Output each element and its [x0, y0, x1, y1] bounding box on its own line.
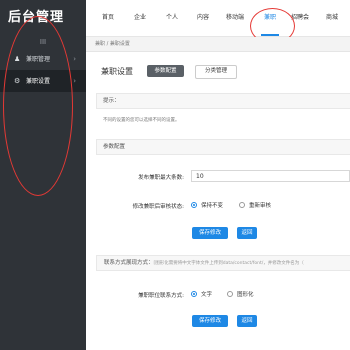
sidebar-collapse-toggle[interactable]: III — [0, 36, 86, 48]
top-nav-bar: 首页 企业 个人 内容 移动端 兼职 招聘会 商城 — [86, 0, 350, 37]
contact-graphic-radio[interactable] — [227, 291, 233, 297]
config-header: 参数配置 — [96, 139, 350, 155]
sidebar-item-label: 兼职设置 — [26, 78, 51, 85]
nav-mobile[interactable]: 移动端 — [226, 0, 244, 36]
user-icon: ♟ — [14, 55, 21, 63]
save-config-button[interactable]: 保存修改 — [192, 227, 228, 239]
tab-parameter-config[interactable]: 参数配置 — [147, 65, 184, 77]
chevron-right-icon: › — [73, 55, 76, 63]
nav-job-fair[interactable]: 招聘会 — [291, 0, 309, 36]
audit-recheck-label: 重新审核 — [249, 203, 272, 209]
back-config-button[interactable]: 返回 — [237, 227, 257, 239]
audit-status-label: 修改兼职后审核状态: — [132, 204, 184, 210]
max-posts-label: 发布兼职最大条数: — [138, 175, 184, 181]
tips-text: 不同的设置的您可以选择不同的设置。 — [103, 118, 180, 123]
contact-graphic-label: 图形化 — [237, 292, 254, 298]
nav-mall[interactable]: 商城 — [326, 0, 338, 36]
sidebar-item-job-management[interactable]: ♟ 兼职管理 › — [0, 48, 86, 70]
contact-method-label: 兼职职位联系方式: — [138, 293, 184, 299]
max-posts-input[interactable]: 10 — [191, 170, 350, 182]
save-contact-button[interactable]: 保存修改 — [192, 315, 228, 327]
nav-part-time[interactable]: 兼职 — [260, 0, 280, 36]
sidebar-item-label: 兼职管理 — [26, 56, 51, 63]
nav-personal[interactable]: 个人 — [166, 0, 178, 36]
audit-recheck-radio[interactable] — [239, 202, 245, 208]
contact-section-label: 联系方式展现方式： — [104, 260, 154, 266]
contact-section-title: 联系方式展现方式：[图形化需要将中文字体文件上传到data/contact/fo… — [104, 258, 304, 266]
back-contact-button[interactable]: 返回 — [237, 315, 257, 327]
tab-category-management[interactable]: 分类管理 — [195, 65, 237, 79]
nav-home[interactable]: 首页 — [102, 0, 114, 36]
gear-icon: ⚙ — [14, 77, 21, 85]
chevron-right-icon: › — [73, 77, 76, 85]
breadcrumb: 兼职 / 兼职设置 — [86, 37, 350, 52]
contact-text-radio[interactable] — [191, 291, 197, 297]
audit-keep-label: 保持不变 — [201, 203, 224, 209]
tips-header: 提示： — [96, 93, 350, 109]
audit-keep-radio[interactable] — [191, 202, 197, 208]
contact-text-label: 文字 — [201, 292, 213, 298]
page-title: 兼职设置 — [101, 67, 133, 76]
contact-section-note: [图形化需要将中文字体文件上传到data/contact/font/，并修改文件… — [153, 261, 304, 266]
nav-content[interactable]: 内容 — [197, 0, 209, 36]
nav-enterprise[interactable]: 企业 — [134, 0, 146, 36]
sidebar-item-job-settings[interactable]: ⚙ 兼职设置 › — [0, 70, 86, 92]
app-logo: 后台管理 — [8, 10, 65, 25]
